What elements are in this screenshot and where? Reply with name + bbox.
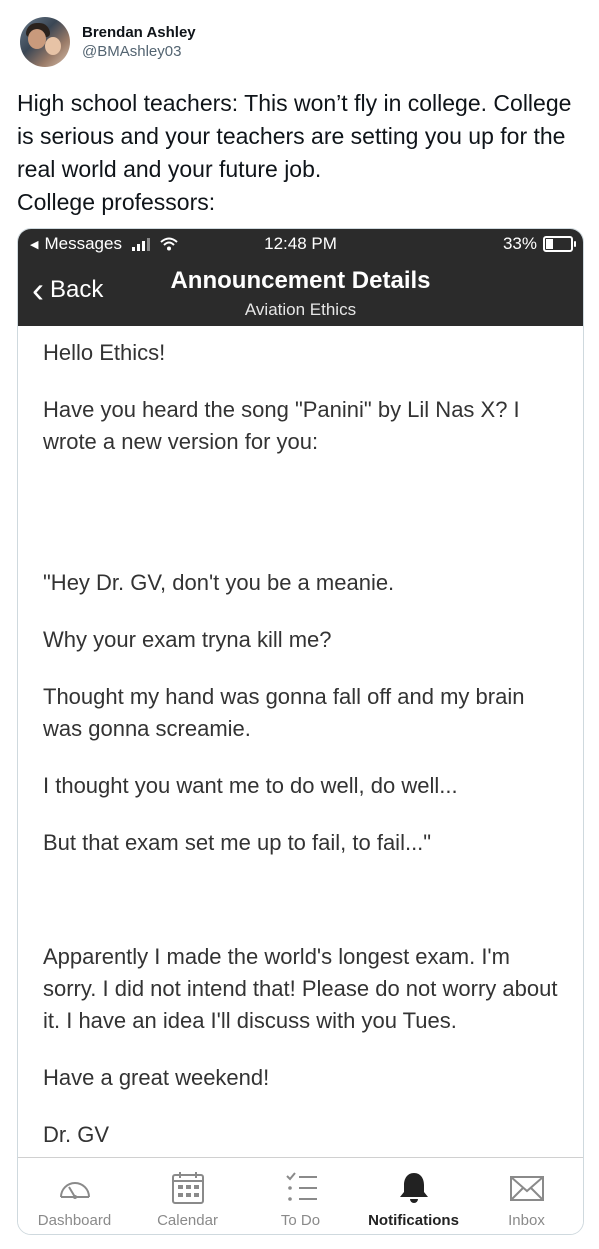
tab-inbox[interactable]: Inbox [470,1158,583,1234]
tab-dashboard[interactable]: Dashboard [18,1158,131,1234]
calendar-icon [171,1172,204,1204]
page-title: Announcement Details [170,267,431,294]
status-right: 33% [502,234,576,254]
tab-label: Dashboard [37,1212,112,1229]
announcement-paragraph: But that exam set me up to fail, to fail… [43,830,432,855]
announcement-paragraph: Have you heard the song "Panini" by Lil … [43,397,520,454]
user-handle[interactable]: @BMAshley03 [82,42,196,61]
tab-label: Calendar [157,1212,218,1229]
announcement-paragraph: Why your exam tryna kill me? [43,627,332,652]
announcement-paragraph: I thought you want me to do well, do wel… [43,773,458,798]
inbox-icon [509,1176,544,1201]
tab-bar: Dashboard Calendar To Do Notifications I… [18,1157,583,1234]
announcement-paragraph: "Hey Dr. GV, don't you be a meanie. [43,570,395,595]
display-name[interactable]: Brendan Ashley [82,23,196,42]
announcement-paragraph: Thought my hand was gonna fall off and m… [43,684,525,741]
announcement-paragraph: Have a great weekend! [43,1065,270,1090]
tab-notifications[interactable]: Notifications [357,1158,470,1234]
tab-label: Inbox [508,1212,545,1229]
tweet-header: Brendan Ashley @BMAshley03 [20,14,196,70]
bell-icon [399,1173,428,1203]
dashboard-icon [59,1182,90,1199]
announcement-signature: Dr. GV [43,1122,110,1147]
avatar[interactable] [20,17,70,67]
announcement-paragraph: Hello Ethics! [43,340,166,365]
announcement-paragraph: Apparently I made the world's longest ex… [43,944,558,1033]
status-bar: ◀ Messages 12:48 PM 33% [18,229,583,259]
tab-label: Notifications [368,1212,459,1229]
tweet-author: Brendan Ashley @BMAshley03 [82,23,196,61]
todo-icon [285,1172,317,1201]
battery-percent: 33% [502,234,537,253]
status-time: 12:48 PM [264,234,337,253]
tab-calendar[interactable]: Calendar [131,1158,244,1234]
tweet-text: High school teachers: This won’t fly in … [17,90,572,215]
announcement-body: Hello Ethics! Have you heard the song "P… [43,337,563,1151]
battery-icon [543,236,576,252]
screenshot-image: ◀ Messages 12:48 PM 33% ‹ Back Announcem… [17,228,584,1235]
tab-todo[interactable]: To Do [244,1158,357,1234]
page-subtitle: Aviation Ethics [244,300,357,319]
nav-bar: ‹ Back Announcement Details Aviation Eth… [18,259,583,326]
tab-label: To Do [280,1212,321,1229]
